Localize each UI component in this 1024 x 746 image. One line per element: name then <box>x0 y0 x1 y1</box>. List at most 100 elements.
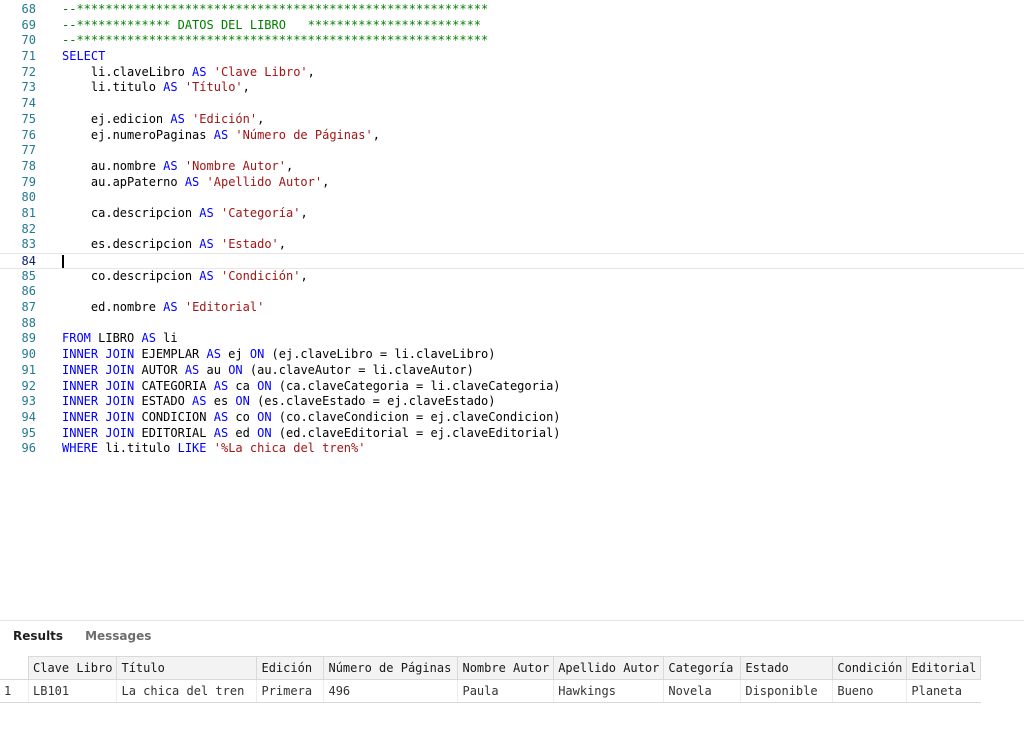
code-token: AS <box>163 80 178 95</box>
code-token: li.claveLibro <box>62 64 193 79</box>
code-line[interactable]: 81 ca.descripcion AS 'Categoría', <box>0 206 1024 222</box>
cell-titulo[interactable]: La chica del tren <box>116 679 257 703</box>
code-line[interactable]: 76 ej.numeroPaginas AS 'Número de Página… <box>0 128 1024 144</box>
code-text: li.claveLibro AS 'Clave Libro', <box>62 65 315 81</box>
code-text: --************* DATOS DEL LIBRO ********… <box>62 18 481 34</box>
line-number: 73 <box>21 80 36 95</box>
code-token: AS <box>170 111 185 126</box>
code-line[interactable]: 77 <box>0 143 1024 159</box>
code-line[interactable]: 87 ed.nombre AS 'Editorial' <box>0 300 1024 316</box>
code-token: (ca.claveCategoria = li.claveCategoria) <box>271 378 561 393</box>
code-token: 'Número de Páginas' <box>235 127 373 142</box>
cell-edicion[interactable]: Primera <box>256 679 324 703</box>
code-line[interactable]: 72 li.claveLibro AS 'Clave Libro', <box>0 65 1024 81</box>
col-header-clave-libro[interactable]: Clave Libro <box>27 656 118 680</box>
code-line[interactable]: 75 ej.edicion AS 'Edición', <box>0 112 1024 128</box>
code-token: LIBRO <box>90 331 142 346</box>
cell-editorial[interactable]: Planeta <box>906 679 981 703</box>
code-line[interactable]: 95 INNER JOIN EDITORIAL AS ed ON (ed.clav… <box>0 426 1024 442</box>
code-line[interactable]: 91 INNER JOIN AUTOR AS au ON (au.claveAut… <box>0 363 1024 379</box>
code-line[interactable]: 89 FROM LIBRO AS li <box>0 331 1024 347</box>
code-token: ca <box>228 378 258 393</box>
code-token: (co.claveCondicion = ej.claveCondicion) <box>271 409 561 424</box>
line-number: 84 <box>21 254 36 268</box>
code-line[interactable]: 83 es.descripcion AS 'Estado', <box>0 237 1024 253</box>
col-header-numero-paginas[interactable]: Número de Páginas <box>323 656 459 680</box>
code-token: 'Nombre Autor' <box>184 158 286 173</box>
code-text: ej.edicion AS 'Edición', <box>62 112 264 128</box>
cell-clave-libro[interactable]: LB101 <box>27 679 117 703</box>
col-header-apellido-autor[interactable]: Apellido Autor <box>553 656 665 680</box>
cell-apellido-autor[interactable]: Hawkings <box>553 679 664 703</box>
code-line[interactable]: 79 au.apPaterno AS 'Apellido Autor', <box>0 175 1024 191</box>
code-line[interactable]: 84 <box>0 253 1024 269</box>
code-line[interactable]: 96 WHERE li.titulo LIKE '%La chica del tr… <box>0 441 1024 457</box>
cell-categoria[interactable]: Novela <box>663 679 741 703</box>
col-header-estado[interactable]: Estado <box>740 656 834 680</box>
code-token: 'Título' <box>184 80 243 95</box>
code-token: 'Categoría' <box>220 205 301 220</box>
code-token: , <box>300 268 308 283</box>
code-line[interactable]: 92 INNER JOIN CATEGORIA AS ca ON (ca.clav… <box>0 379 1024 395</box>
code-token: co.descripcion <box>62 268 200 283</box>
code-line[interactable]: 88 <box>0 316 1024 332</box>
col-header-categoria[interactable]: Categoría <box>663 656 742 680</box>
line-number: 78 <box>21 158 36 173</box>
sql-editor[interactable]: 68 --************************************… <box>0 0 1024 465</box>
tab-results[interactable]: Results <box>13 629 63 649</box>
code-token: EDITORIAL <box>134 425 214 440</box>
cell-numero-paginas[interactable]: 496 <box>323 679 458 703</box>
code-token: AS <box>141 331 156 346</box>
code-line[interactable]: 82 <box>0 222 1024 238</box>
row-number-header <box>0 656 29 680</box>
code-line[interactable]: 85 co.descripcion AS 'Condición', <box>0 269 1024 285</box>
code-token: li.titulo <box>98 441 178 456</box>
col-header-condicion[interactable]: Condición <box>832 656 908 680</box>
code-token: AS <box>163 300 178 315</box>
col-header-nombre-autor[interactable]: Nombre Autor <box>457 656 555 680</box>
tab-messages[interactable]: Messages <box>85 629 151 649</box>
code-line[interactable]: 93 INNER JOIN ESTADO AS es ON (es.claveEs… <box>0 394 1024 410</box>
code-token: WHERE <box>62 441 99 456</box>
col-header-edicion[interactable]: Edición <box>256 656 325 680</box>
cell-estado[interactable]: Disponible <box>740 679 833 703</box>
code-line[interactable]: 68 --************************************… <box>0 2 1024 18</box>
line-number: 76 <box>21 127 36 142</box>
cell-nombre-autor[interactable]: Paula <box>457 679 554 703</box>
code-line[interactable]: 78 au.nombre AS 'Nombre Autor', <box>0 159 1024 175</box>
code-token: ej.numeroPaginas <box>62 127 214 142</box>
cell-condicion[interactable]: Bueno <box>832 679 907 703</box>
line-number: 81 <box>21 205 36 220</box>
table-row[interactable]: 1 LB101 La chica del tren Primera 496 Pa… <box>0 679 981 703</box>
code-token: AS <box>199 205 214 220</box>
col-header-editorial[interactable]: Editorial <box>906 656 982 680</box>
code-token: SELECT <box>62 49 106 64</box>
code-token: AS <box>184 174 200 189</box>
row-number: 1 <box>0 679 29 703</box>
code-line[interactable]: 73 li.titulo AS 'Título', <box>0 80 1024 96</box>
line-number: 92 <box>21 378 36 393</box>
code-line[interactable]: 70 --************************************… <box>0 33 1024 49</box>
code-line[interactable]: 90 INNER JOIN EJEMPLAR AS ej ON (ej.clave… <box>0 347 1024 363</box>
col-header-titulo[interactable]: Título <box>116 656 258 680</box>
text-cursor <box>62 255 64 268</box>
code-token: co <box>228 409 258 424</box>
code-token: , <box>257 111 265 126</box>
code-line[interactable]: 71 SELECT <box>0 49 1024 65</box>
code-token: EJEMPLAR <box>134 347 207 362</box>
code-line[interactable]: 94 INNER JOIN CONDICION AS co ON (co.clav… <box>0 410 1024 426</box>
code-token: INNER JOIN <box>62 425 135 440</box>
line-number: 96 <box>21 441 36 456</box>
code-text: ed.nombre AS 'Editorial' <box>62 300 264 316</box>
code-line[interactable]: 86 <box>0 284 1024 300</box>
line-number: 90 <box>21 347 36 362</box>
code-token: 'Apellido Autor' <box>206 174 323 189</box>
code-token: --**************************************… <box>62 2 489 16</box>
code-line[interactable]: 74 <box>0 96 1024 112</box>
code-line[interactable]: 69 --************* DATOS DEL LIBRO ******… <box>0 18 1024 34</box>
code-token: LIKE <box>177 441 207 456</box>
code-token: , <box>278 237 286 252</box>
code-line[interactable]: 80 <box>0 190 1024 206</box>
